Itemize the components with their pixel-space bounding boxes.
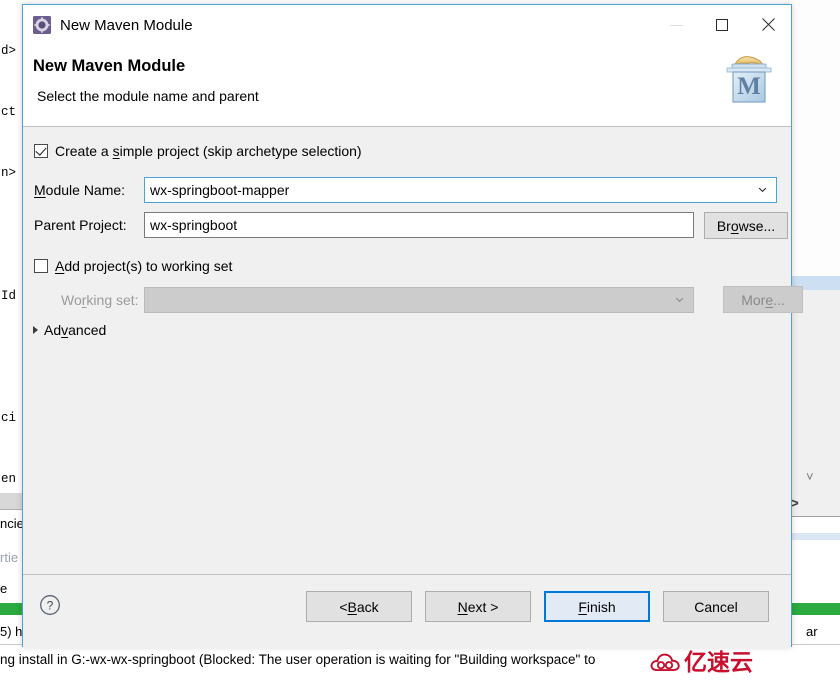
advanced-label: Advanced <box>44 322 106 338</box>
finish-mnemonic: F <box>578 598 587 615</box>
back-button[interactable]: < Back <box>306 591 412 622</box>
background-panel-line: 5) h <box>0 624 22 639</box>
parent-project-label: Parent Project: <box>34 217 127 233</box>
background-tab-strip[interactable] <box>0 493 22 510</box>
maven-gear-icon <box>33 16 51 34</box>
browse-mnemonic: o <box>730 217 739 234</box>
svg-text:?: ? <box>47 599 54 613</box>
background-panel-line: e <box>0 581 8 596</box>
watermark-text: 亿速云 <box>684 650 753 676</box>
xml-editor-text: d> ct n> Id ci en ou ti rs de nc <box>0 0 22 500</box>
cloud-logo-icon <box>650 653 680 672</box>
dialog-footer: ? < Back Next > Finish Cancel <box>23 574 791 648</box>
close-button[interactable] <box>745 5 791 45</box>
more-label-pre: Mor <box>741 291 766 308</box>
background-right-lower <box>786 517 840 603</box>
minimize-button[interactable] <box>653 5 699 45</box>
watermark: 亿速云 <box>650 650 753 676</box>
help-question-icon[interactable]: ? <box>39 594 61 616</box>
maximize-button[interactable] <box>699 5 745 45</box>
background-right-text: ar <box>806 624 818 639</box>
back-mnemonic: B <box>347 598 357 615</box>
advanced-label-pre: Ad <box>44 322 62 338</box>
advanced-label-post: anced <box>68 322 107 338</box>
add-working-set-mnemonic: A <box>55 258 65 274</box>
finish-button[interactable]: Finish <box>544 591 650 622</box>
parent-project-value: wx-springboot <box>150 217 238 233</box>
next-label-post: ext > <box>467 598 499 615</box>
simple-project-label: Create a simple project (skip archetype … <box>55 143 362 159</box>
module-name-label: Module Name: <box>34 182 144 198</box>
chevron-down-icon <box>675 297 684 303</box>
working-set-label-post: king set: <box>86 292 139 308</box>
editor-line: Id <box>1 288 17 303</box>
maven-logo-icon: M <box>726 56 772 103</box>
editor-line: ci <box>1 411 17 426</box>
next-button[interactable]: Next > <box>425 591 531 622</box>
add-working-set-label: Add project(s) to working set <box>55 258 232 274</box>
simple-project-label-pre: Create a <box>55 143 113 159</box>
module-name-label-rest: odule Name: <box>45 182 126 198</box>
browse-label-pre: Br <box>716 217 731 234</box>
more-label-post: ... <box>773 291 785 308</box>
background-right-white <box>786 0 840 286</box>
minimize-icon <box>669 24 683 26</box>
background-panel-line: rtie <box>0 550 19 565</box>
dialog-body: Create a simple project (skip archetype … <box>23 127 803 574</box>
more-mnemonic: e <box>765 291 774 308</box>
chevron-down-icon[interactable]: ˅ <box>806 469 814 484</box>
parent-project-row: Parent Project: wx-springboot <box>34 212 694 238</box>
background-right-blue-line <box>786 533 840 540</box>
next-mnemonic: N <box>457 598 468 615</box>
maximize-icon <box>716 19 728 31</box>
working-set-label-pre: Wo <box>61 292 82 308</box>
dialog-title: New Maven Module <box>60 16 193 34</box>
parent-project-input[interactable]: wx-springboot <box>144 212 694 238</box>
background-panel-line: ncie <box>0 516 22 531</box>
working-set-row: Working set: <box>34 287 694 313</box>
simple-project-checkbox[interactable] <box>34 144 48 158</box>
add-working-set-checkbox[interactable] <box>34 259 48 273</box>
svg-text:M: M <box>737 73 761 100</box>
simple-project-checkbox-row[interactable]: Create a simple project (skip archetype … <box>34 143 362 159</box>
triangle-right-icon <box>33 326 38 334</box>
simple-project-label-post: imple project (skip archetype selection) <box>119 143 362 159</box>
more-button: Mor e... <box>723 286 803 313</box>
editor-line: n> <box>1 166 17 181</box>
module-name-input[interactable]: wx-springboot-mapper <box>144 177 777 203</box>
module-name-row: Module Name: wx-springboot-mapper <box>34 177 777 203</box>
finish-label-post: inish <box>586 598 616 615</box>
add-working-set-checkbox-row[interactable]: Add project(s) to working set <box>34 258 232 274</box>
browse-label-post: wse... <box>738 217 776 234</box>
dialog-titlebar: New Maven Module <box>23 5 791 45</box>
add-working-set-label-rest: dd project(s) to working set <box>64 258 233 274</box>
browse-button[interactable]: Br o wse... <box>704 212 788 239</box>
advanced-section-toggle[interactable]: Advanced <box>33 322 106 338</box>
working-set-input <box>144 287 694 313</box>
editor-line: ct <box>1 105 17 120</box>
close-icon <box>760 17 776 33</box>
window-controls <box>653 5 791 45</box>
simple-project-mnemonic: s <box>112 143 120 159</box>
footer-button-group: < Back Next > Finish Cancel <box>306 591 769 622</box>
module-name-value: wx-springboot-mapper <box>150 182 290 198</box>
page-subtitle: Select the module name and parent <box>37 88 259 104</box>
chevron-down-icon[interactable] <box>758 187 767 193</box>
background-progress-bar <box>0 603 22 615</box>
working-set-label: Working set: <box>34 292 144 308</box>
background-right-progress <box>786 603 840 615</box>
back-label-pre: < <box>339 598 348 615</box>
editor-line: en <box>1 472 17 487</box>
page-title: New Maven Module <box>33 57 186 75</box>
dialog-header: New Maven Module Select the module name … <box>23 45 791 127</box>
module-name-mnemonic: M <box>34 182 46 198</box>
cancel-button[interactable]: Cancel <box>663 591 769 622</box>
back-label-post: ack <box>356 598 379 615</box>
new-maven-module-dialog: New Maven Module New Maven Module Select… <box>22 4 803 648</box>
editor-line: d> <box>1 43 17 58</box>
